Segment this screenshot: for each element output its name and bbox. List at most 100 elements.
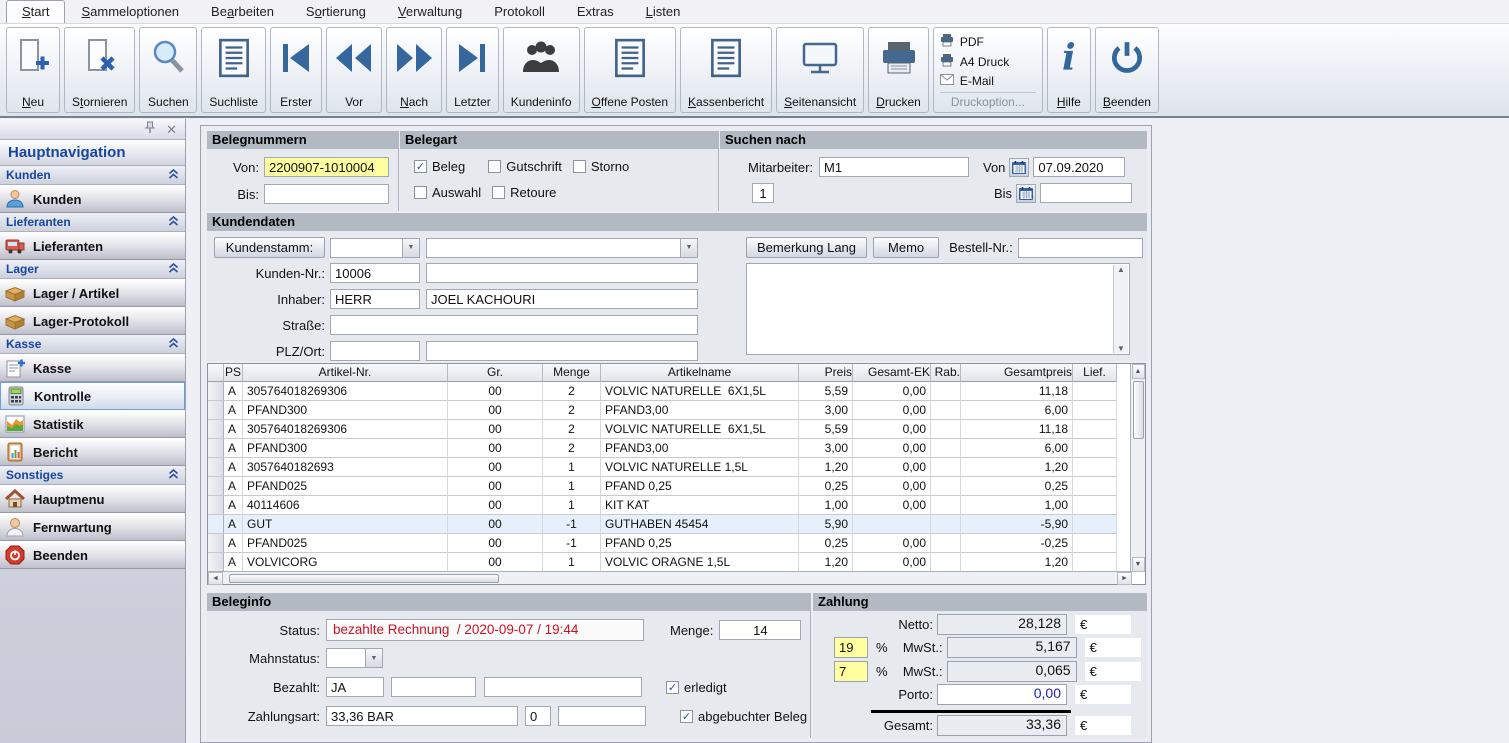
table-row[interactable]: A GUT 00 -1 GUTHABEN 45454 5,90 -5,90	[208, 515, 1145, 534]
section-header-lieferanten[interactable]: Lieferanten	[0, 213, 185, 232]
storno-checkbox[interactable]	[572, 160, 586, 173]
row-selector[interactable]	[208, 439, 224, 458]
table-row[interactable]: A 305764018269306 00 2 VOLVIC NATURELLE …	[208, 420, 1145, 439]
sidebar-item-bericht[interactable]: Bericht	[0, 438, 185, 466]
sidebar-item-beenden[interactable]: Beenden	[0, 541, 185, 569]
kundenstamm-name-input[interactable]	[426, 237, 681, 258]
vor-button[interactable]: Vor	[326, 27, 383, 113]
col-preis[interactable]: Preis	[799, 364, 853, 382]
datum-bis-input[interactable]	[1040, 183, 1133, 203]
scroll-up-icon[interactable]: ▲	[1117, 265, 1125, 274]
row-selector[interactable]	[208, 477, 224, 496]
scroll-up-icon[interactable]: ▲	[1131, 364, 1145, 379]
erledigt-checkbox[interactable]	[666, 680, 679, 694]
kundenstamm-code-input[interactable]	[330, 237, 403, 258]
nach-button[interactable]: Nach	[386, 27, 443, 113]
table-row[interactable]: A 305764018269306 00 2 VOLVIC NATURELLE …	[208, 382, 1145, 401]
zahlungsart-input[interactable]	[326, 706, 518, 726]
col-menge[interactable]: Menge	[543, 364, 601, 382]
kundenstamm-button[interactable]: Kundenstamm:	[214, 237, 325, 258]
scrollbar-thumb[interactable]	[1132, 381, 1144, 439]
row-selector[interactable]	[208, 382, 224, 401]
dropdown-arrow-icon[interactable]: ▼	[681, 237, 698, 258]
horizontal-scrollbar[interactable]: ◄ ►	[208, 571, 1132, 585]
scroll-right-icon[interactable]: ►	[1117, 571, 1132, 585]
beleg-checkbox[interactable]	[414, 160, 427, 173]
belegnummer-von-input[interactable]	[264, 157, 389, 177]
datum-von-input[interactable]	[1033, 157, 1126, 177]
bezahlt-input[interactable]	[326, 677, 384, 697]
table-row[interactable]: A PFAND025 00 -1 PFAND 0,25 0,25 0,00 -0…	[208, 534, 1145, 553]
dropdown-arrow-icon[interactable]: ▼	[366, 648, 383, 668]
sidebar-item-hauptmenu[interactable]: Hauptmenu	[0, 485, 185, 513]
scroll-left-icon[interactable]: ◄	[208, 571, 223, 585]
seitenansicht-button[interactable]: Seitenansicht	[776, 27, 865, 113]
table-row[interactable]: A PFAND300 00 2 PFAND3,00 3,00 0,00 6,00	[208, 401, 1145, 420]
tab-extras[interactable]: Extras	[561, 0, 630, 23]
zahlungsart-extra-input[interactable]	[558, 706, 646, 726]
tab-listen[interactable]: Listen	[630, 0, 697, 23]
mahnstatus-select[interactable]	[326, 648, 366, 668]
porto-input[interactable]: 0,00	[937, 684, 1067, 705]
druckoption-label[interactable]: Druckoption...	[939, 92, 1036, 110]
erster-button[interactable]: Erster	[270, 27, 323, 113]
gutschrift-checkbox[interactable]	[488, 160, 502, 173]
mwst1-rate-input[interactable]: 19	[834, 637, 868, 658]
strasse-input[interactable]	[330, 315, 698, 335]
sidebar-item-fernwartung[interactable]: Fernwartung	[0, 513, 185, 541]
memo-textarea[interactable]: ▲ ▼	[746, 263, 1130, 355]
pin-icon[interactable]	[144, 121, 156, 137]
sidebar-item-kunden[interactable]: Kunden	[0, 185, 185, 213]
section-header-sonstiges[interactable]: Sonstiges	[0, 466, 185, 485]
a4-druck-menu-item[interactable]: A4 Druck	[940, 52, 1036, 72]
bemerkung-lang-button[interactable]: Bemerkung Lang	[746, 237, 868, 258]
sidebar-item-lieferanten[interactable]: Lieferanten	[0, 232, 185, 260]
mitarbeiter-count-input[interactable]	[752, 183, 774, 203]
calendar-icon[interactable]	[1009, 157, 1030, 177]
plz-input[interactable]	[330, 341, 420, 361]
row-selector[interactable]	[208, 420, 224, 439]
col-lief[interactable]: Lief.	[1073, 364, 1117, 382]
col-ps[interactable]: PS	[224, 364, 243, 382]
row-selector[interactable]	[208, 515, 224, 534]
dropdown-arrow-icon[interactable]: ▼	[403, 237, 420, 258]
col-gr[interactable]: Gr.	[448, 364, 543, 382]
tab-start[interactable]: Start	[6, 0, 66, 23]
email-menu-item[interactable]: E-Mail	[939, 71, 1036, 91]
auswahl-checkbox[interactable]	[414, 186, 427, 199]
ort-input[interactable]	[426, 341, 698, 361]
sidebar-item-kasse[interactable]: Kasse	[0, 354, 185, 382]
hilfe-button[interactable]: i Hilfe	[1046, 27, 1091, 113]
kundeninfo-button[interactable]: Kundeninfo	[502, 27, 580, 113]
row-selector[interactable]	[208, 458, 224, 477]
beenden-button[interactable]: Beenden	[1094, 27, 1159, 113]
section-header-lager[interactable]: Lager	[0, 260, 185, 279]
pdf-menu-item[interactable]: PDF	[940, 32, 1036, 52]
anrede-input[interactable]	[330, 289, 420, 309]
kundennr-extra-input[interactable]	[426, 263, 698, 283]
scrollbar-thumb[interactable]	[229, 573, 499, 583]
col-artikel-nr[interactable]: Artikel-Nr.	[243, 364, 448, 382]
section-header-kasse[interactable]: Kasse	[0, 335, 185, 354]
zahlungsart-code-input[interactable]	[525, 706, 551, 726]
bezahlt-extra2-input[interactable]	[484, 677, 642, 697]
close-icon[interactable]: ✕	[166, 123, 177, 136]
tab-sammeloptionen[interactable]: Sammeloptionen	[65, 0, 195, 23]
memo-scrollbar[interactable]: ▲ ▼	[1113, 265, 1128, 353]
table-row[interactable]: A 3057640182693 00 1 VOLVIC NATURELLE 1,…	[208, 458, 1145, 477]
sidebar-item-kontrolle[interactable]: Kontrolle	[0, 382, 185, 410]
vertical-scrollbar[interactable]: ▲ ▼	[1130, 364, 1145, 572]
row-selector[interactable]	[208, 496, 224, 515]
offene-posten-button[interactable]: Offene Posten	[583, 27, 677, 113]
memo-button[interactable]: Memo	[873, 237, 940, 258]
inhaber-name-input[interactable]	[426, 289, 698, 309]
letzter-button[interactable]: Letzter	[446, 27, 499, 113]
col-gesamt-ek[interactable]: Gesamt-EK	[853, 364, 931, 382]
section-header-kunden[interactable]: Kunden	[0, 166, 185, 185]
tab-sortierung[interactable]: Sortierung	[290, 0, 382, 23]
drucken-button[interactable]: Drucken	[868, 27, 929, 113]
row-selector[interactable]	[208, 534, 224, 553]
scroll-down-icon[interactable]: ▼	[1117, 344, 1125, 353]
calendar-icon[interactable]	[1016, 183, 1037, 203]
sidebar-item-lager-artikel[interactable]: Lager / Artikel	[0, 279, 185, 307]
